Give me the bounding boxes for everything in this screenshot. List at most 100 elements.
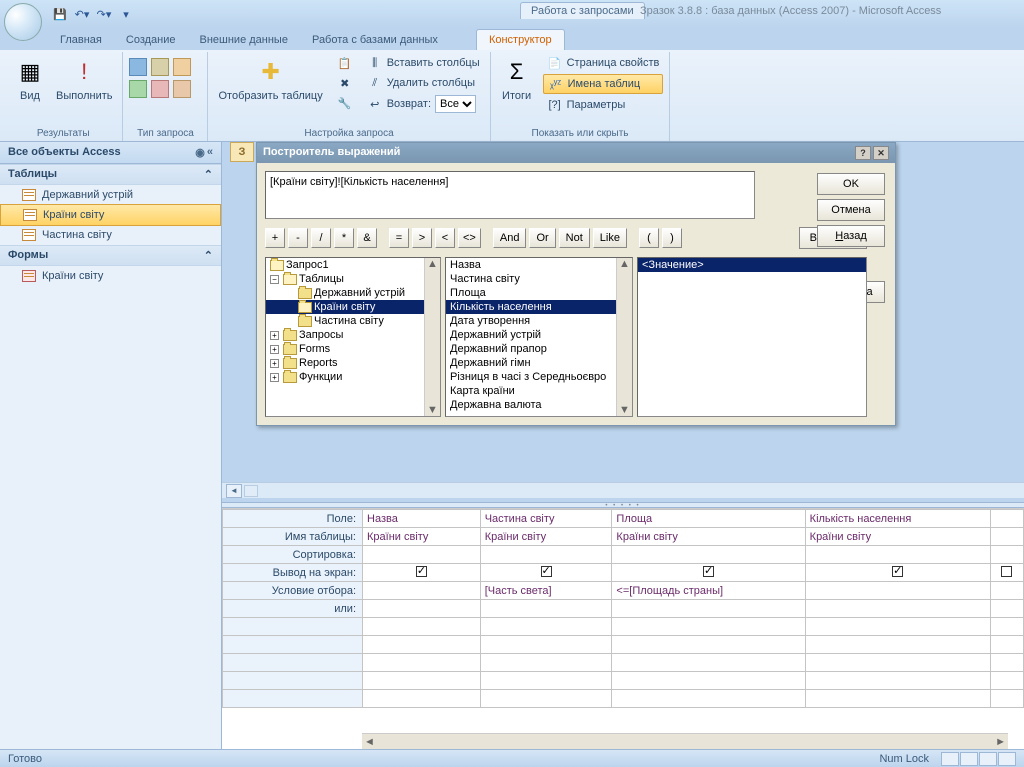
update-qtype-icon[interactable] [151, 80, 169, 98]
cancel-button[interactable]: Отмена [817, 199, 885, 221]
redo-icon[interactable]: ↷▾ [94, 4, 114, 24]
expression-builder-dialog: Построитель выражений ?✕ [Країни світу]!… [256, 142, 896, 426]
scroll-thumb[interactable] [244, 485, 258, 497]
parameters-button[interactable]: [?]Параметры [543, 96, 664, 114]
insert-rows-button[interactable]: 📋 [333, 54, 357, 72]
nav-form-item[interactable]: Країни світу [0, 266, 221, 286]
back-button[interactable]: Назад [817, 225, 885, 247]
checkbox-icon [703, 566, 714, 577]
plus-icon[interactable]: + [270, 331, 279, 340]
builder-button[interactable]: 🔧 [333, 94, 357, 112]
app-title: Зразок 3.8.8 : база данных (Access 2007)… [640, 5, 941, 17]
select-qtype-icon[interactable] [129, 58, 147, 76]
table-icon [23, 209, 37, 221]
op-div[interactable]: / [311, 228, 331, 248]
op-or[interactable]: Or [529, 228, 555, 248]
help-icon[interactable]: ? [855, 146, 871, 160]
sigma-icon: Σ [501, 56, 533, 88]
delete-cols-icon: ⫽ [367, 75, 383, 91]
tab-create[interactable]: Создание [114, 30, 188, 50]
tab-design[interactable]: Конструктор [476, 29, 565, 50]
plus-icon[interactable]: + [270, 373, 279, 382]
nav-collapse-icon[interactable]: « [207, 146, 213, 159]
run-icon: ! [68, 56, 100, 88]
delete-qtype-icon[interactable] [173, 80, 191, 98]
plus-icon[interactable]: + [270, 359, 279, 368]
scroll-left-icon[interactable]: ◄ [226, 484, 242, 498]
op-not[interactable]: Not [559, 228, 590, 248]
builder-icon: 🔧 [337, 95, 353, 111]
nav-tables-header[interactable]: Таблицы⌃ [0, 164, 221, 185]
checkbox-icon [892, 566, 903, 577]
crosstab-qtype-icon[interactable] [151, 58, 169, 76]
run-button[interactable]: !Выполнить [52, 54, 116, 126]
show-table-icon: ✚ [255, 56, 287, 88]
value-list[interactable]: <Значение> [637, 257, 867, 417]
op-mul[interactable]: * [334, 228, 354, 248]
field-list[interactable]: Назва Частина світу Площа Кількість насе… [445, 257, 633, 417]
view-pivot-icon[interactable] [998, 752, 1016, 766]
params-icon: [?] [547, 97, 563, 113]
tab-home[interactable]: Главная [48, 30, 114, 50]
op-like[interactable]: Like [593, 228, 627, 248]
grid-hscroll[interactable]: ◄► [362, 733, 1008, 749]
view-button[interactable]: ▦Вид [10, 54, 50, 126]
group-qtype: Тип запроса [129, 126, 201, 141]
group-results: Результаты [10, 126, 116, 141]
delete-rows-button[interactable]: ✖ [333, 74, 357, 92]
nav-menu-icon[interactable]: ◉ [195, 146, 205, 159]
document-tab[interactable]: З [230, 142, 254, 162]
scrollbar[interactable]: ▲▼ [616, 258, 632, 416]
op-ne[interactable]: <> [458, 228, 481, 248]
nav-table-item[interactable]: Країни світу [0, 204, 221, 226]
table-names-button[interactable]: ᵪʸᶻИмена таблиц [543, 74, 664, 94]
nav-header[interactable]: Все объекты Access◉ « [0, 142, 221, 164]
category-tree[interactable]: Запрос1 −Таблицы Державний устрій Країни… [265, 257, 441, 417]
nav-table-item[interactable]: Частина світу [0, 225, 221, 245]
status-numlock: Num Lock [879, 753, 929, 765]
minus-icon[interactable]: − [270, 275, 279, 284]
show-table-button[interactable]: ✚Отобразить таблицу [214, 54, 326, 126]
save-icon[interactable]: 💾 [50, 4, 70, 24]
folder-icon [283, 274, 297, 285]
tab-dbtools[interactable]: Работа с базами данных [300, 30, 450, 50]
op-and[interactable]: And [493, 228, 527, 248]
append-qtype-icon[interactable] [129, 80, 147, 98]
delete-cols-button[interactable]: ⫽Удалить столбцы [363, 74, 484, 92]
table-icon [22, 229, 36, 241]
group-showhide: Показать или скрыть [497, 126, 664, 141]
expression-textarea[interactable]: [Країни світу]![Кількість населення] [265, 171, 755, 219]
qat-customize-icon[interactable]: ▾ [116, 4, 136, 24]
insert-cols-button[interactable]: ⫼Вставить столбцы [363, 54, 484, 72]
op-lparen[interactable]: ( [639, 228, 659, 248]
view-sql-icon[interactable] [960, 752, 978, 766]
op-rparen[interactable]: ) [662, 228, 682, 248]
op-minus[interactable]: - [288, 228, 308, 248]
property-sheet-button[interactable]: 📄Страница свойств [543, 54, 664, 72]
undo-icon[interactable]: ↶▾ [72, 4, 92, 24]
status-ready: Готово [8, 753, 42, 765]
collapse-icon: ⌃ [204, 168, 213, 181]
op-eq[interactable]: = [389, 228, 409, 248]
nav-forms-header[interactable]: Формы⌃ [0, 245, 221, 266]
close-icon[interactable]: ✕ [873, 146, 889, 160]
folder-icon [283, 344, 297, 355]
ok-button[interactable]: OK [817, 173, 885, 195]
maketable-qtype-icon[interactable] [173, 58, 191, 76]
checkbox-icon [1001, 566, 1012, 577]
op-plus[interactable]: + [265, 228, 285, 248]
view-datasheet-icon[interactable] [941, 752, 959, 766]
return-select[interactable]: Все [435, 95, 476, 113]
checkbox-icon [416, 566, 427, 577]
office-button[interactable] [4, 3, 42, 41]
plus-icon[interactable]: + [270, 345, 279, 354]
totals-button[interactable]: ΣИтоги [497, 54, 537, 126]
folder-icon [283, 372, 297, 383]
view-design-icon[interactable] [979, 752, 997, 766]
nav-table-item[interactable]: Державний устрій [0, 185, 221, 205]
op-amp[interactable]: & [357, 228, 377, 248]
scrollbar[interactable]: ▲▼ [424, 258, 440, 416]
op-lt[interactable]: < [435, 228, 455, 248]
tab-external[interactable]: Внешние данные [188, 30, 300, 50]
op-gt[interactable]: > [412, 228, 432, 248]
